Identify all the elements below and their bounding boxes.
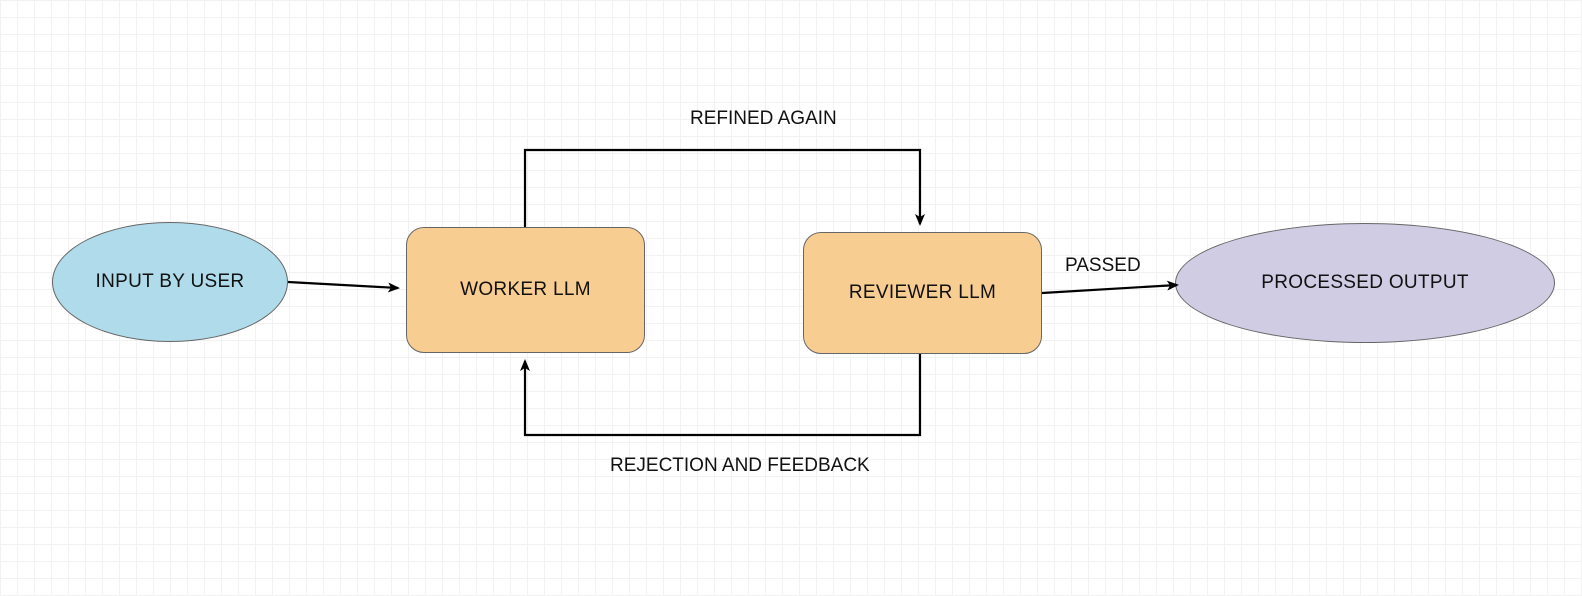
edge-reviewer-to-worker bbox=[525, 354, 920, 435]
edge-label-passed: PASSED bbox=[1065, 255, 1141, 277]
edge-worker-to-reviewer bbox=[525, 150, 920, 227]
diagram-canvas: INPUT BY USER WORKER LLM REVIEWER LLM PR… bbox=[0, 0, 1582, 596]
edge-reviewer-to-output bbox=[1042, 285, 1177, 293]
node-reviewer-label: REVIEWER LLM bbox=[849, 282, 996, 304]
node-worker: WORKER LLM bbox=[406, 227, 645, 353]
node-input-label: INPUT BY USER bbox=[96, 271, 245, 293]
node-output-label: PROCESSED OUTPUT bbox=[1261, 272, 1469, 294]
edge-input-to-worker bbox=[288, 282, 398, 288]
edge-label-refined: REFINED AGAIN bbox=[690, 108, 837, 130]
node-output: PROCESSED OUTPUT bbox=[1175, 223, 1555, 343]
node-worker-label: WORKER LLM bbox=[460, 279, 591, 301]
node-input: INPUT BY USER bbox=[52, 222, 288, 342]
edge-label-rejection: REJECTION AND FEEDBACK bbox=[610, 455, 870, 477]
node-reviewer: REVIEWER LLM bbox=[803, 232, 1042, 354]
